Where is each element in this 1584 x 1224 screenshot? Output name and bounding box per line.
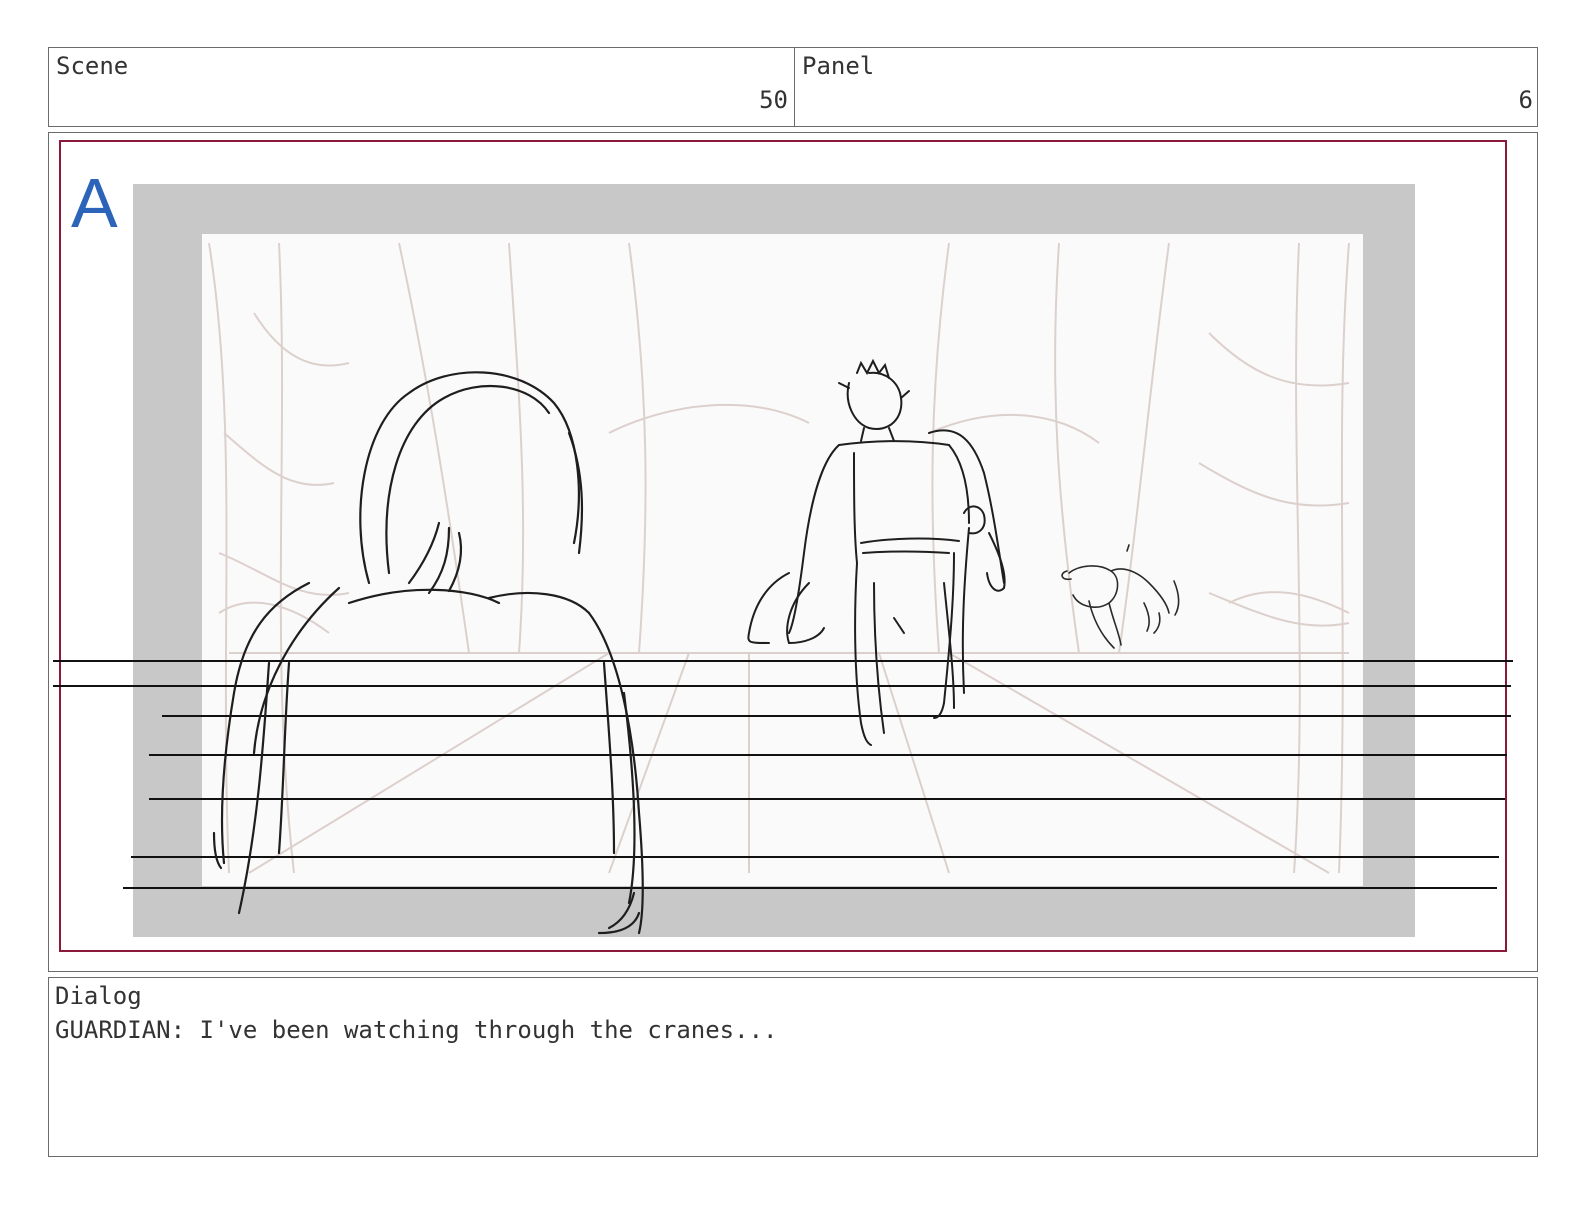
header-bar: Scene 50 Panel 6 [48,47,1538,127]
storyboard-sketch[interactable]: A [49,133,1537,971]
camera-marker: A [71,164,118,242]
dialog-label: Dialog [55,982,142,1010]
background-area [202,234,1363,886]
scene-cell: Scene 50 [49,48,795,126]
panel-frame: A [48,132,1538,972]
panel-cell: Panel 6 [794,48,1537,126]
dialog-box: Dialog GUARDIAN: I've been watching thro… [48,977,1538,1157]
panel-label: Panel [802,52,875,80]
dialog-text[interactable]: GUARDIAN: I've been watching through the… [55,1016,777,1044]
panel-number[interactable]: 6 [1519,86,1533,114]
scene-label: Scene [56,52,129,80]
scene-number[interactable]: 50 [759,86,788,114]
